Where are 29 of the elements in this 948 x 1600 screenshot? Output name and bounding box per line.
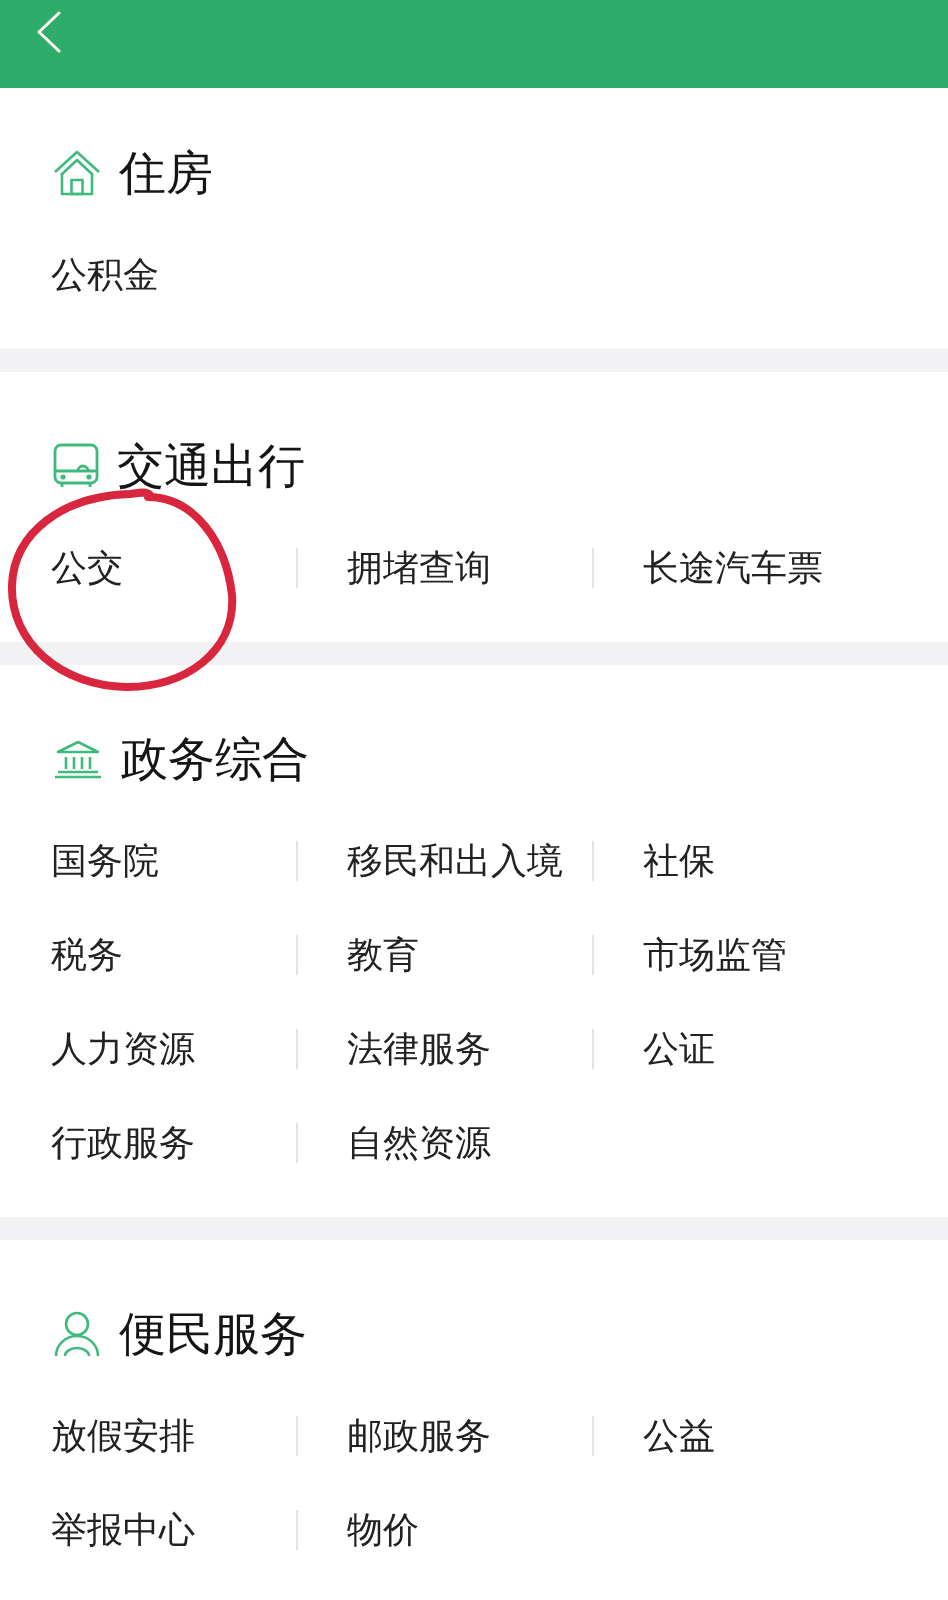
service-link[interactable]: 公证 xyxy=(643,1027,715,1071)
bus-icon xyxy=(53,443,99,489)
service-link[interactable]: 举报中心 xyxy=(51,1508,195,1552)
service-link[interactable]: 放假安排 xyxy=(51,1414,195,1458)
service-link[interactable]: 国务院 xyxy=(51,839,159,883)
service-link[interactable]: 移民和出入境 xyxy=(347,839,563,883)
section-title: 住房 xyxy=(119,145,213,200)
house-icon xyxy=(53,150,101,196)
service-link[interactable]: 法律服务 xyxy=(347,1027,491,1071)
back-icon xyxy=(36,11,62,53)
service-link[interactable]: 拥堵查询 xyxy=(347,546,491,590)
service-link[interactable]: 公积金 xyxy=(51,253,159,297)
service-link[interactable]: 物价 xyxy=(347,1508,419,1552)
service-link[interactable]: 公交 xyxy=(51,546,123,590)
bank-icon xyxy=(53,739,103,779)
section-title: 交通出行 xyxy=(117,438,305,493)
service-link[interactable]: 人力资源 xyxy=(51,1027,195,1071)
section-title: 政务综合 xyxy=(121,731,309,786)
service-link[interactable]: 邮政服务 xyxy=(347,1414,491,1458)
person-icon xyxy=(53,1310,101,1358)
service-link[interactable]: 税务 xyxy=(51,933,123,977)
service-link[interactable]: 自然资源 xyxy=(347,1121,491,1165)
service-link[interactable]: 市场监管 xyxy=(643,933,787,977)
service-link[interactable]: 教育 xyxy=(347,933,419,977)
service-link[interactable]: 公益 xyxy=(643,1414,715,1458)
service-link[interactable]: 行政服务 xyxy=(51,1121,195,1165)
section-title: 便民服务 xyxy=(119,1306,307,1361)
service-link[interactable]: 长途汽车票 xyxy=(643,546,823,590)
service-link[interactable]: 社保 xyxy=(643,839,715,883)
